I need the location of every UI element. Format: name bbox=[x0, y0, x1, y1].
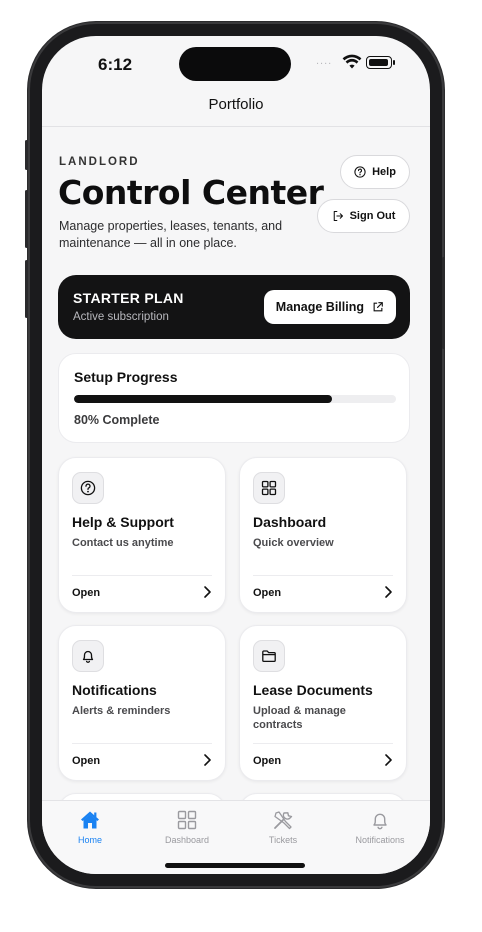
tile-notifications[interactable]: Notifications Alerts & reminders Open bbox=[58, 625, 226, 781]
nav-title: Portfolio bbox=[208, 96, 264, 113]
tile-open-label: Open bbox=[72, 587, 101, 599]
plan-card: STARTER PLAN Active subscription Manage … bbox=[58, 275, 410, 339]
tile-subtitle: Upload & manage contracts bbox=[253, 705, 346, 731]
manage-billing-button[interactable]: Manage Billing bbox=[263, 290, 396, 324]
page-subtitle: Manage properties, leases, tenants, and … bbox=[59, 219, 283, 250]
tab-label: Notifications bbox=[355, 835, 405, 845]
chevron-right-icon bbox=[385, 586, 392, 598]
tile-title: Help & Support bbox=[72, 514, 174, 530]
dynamic-island bbox=[179, 47, 291, 81]
divider bbox=[72, 575, 212, 576]
tools-icon bbox=[274, 811, 293, 830]
manage-billing-label: Manage Billing bbox=[275, 300, 364, 314]
grid-icon bbox=[253, 472, 285, 504]
tab-notifications[interactable]: Notifications bbox=[335, 809, 425, 845]
bell-icon bbox=[72, 640, 104, 672]
plan-name: STARTER PLAN bbox=[73, 290, 184, 306]
tile-title: Dashboard bbox=[253, 514, 327, 530]
help-circle-icon bbox=[72, 472, 104, 504]
sign-out-icon bbox=[333, 210, 343, 222]
plan-status: Active subscription bbox=[73, 311, 169, 323]
help-button-label: Help bbox=[372, 166, 396, 178]
folder-icon bbox=[253, 640, 285, 672]
volume-down-button bbox=[25, 260, 28, 318]
tab-home[interactable]: Home bbox=[45, 809, 135, 845]
chevron-right-icon bbox=[204, 754, 211, 766]
status-bar: 6:12 .... bbox=[42, 36, 430, 94]
volume-up-button bbox=[25, 190, 28, 248]
setup-progress-card: Setup Progress 80% Complete bbox=[58, 353, 410, 443]
chevron-right-icon bbox=[385, 754, 392, 766]
tile-open-label: Open bbox=[72, 755, 101, 767]
wifi-icon bbox=[342, 54, 362, 69]
app-screen: 6:12 .... Portfolio LANDLORD Control Cen… bbox=[42, 36, 430, 874]
nav-divider bbox=[42, 126, 430, 127]
sign-out-button-label: Sign Out bbox=[349, 210, 396, 222]
external-link-icon bbox=[373, 302, 383, 312]
tile-dashboard[interactable]: Dashboard Quick overview Open bbox=[239, 457, 407, 613]
help-circle-icon bbox=[354, 166, 366, 178]
tab-label: Home bbox=[77, 835, 102, 845]
progress-track bbox=[74, 395, 396, 403]
grid-icon bbox=[177, 810, 197, 830]
progress-title: Setup Progress bbox=[74, 369, 178, 385]
tile-lease-documents[interactable]: Lease Documents Upload & manage contract… bbox=[239, 625, 407, 781]
tile-subtitle: Contact us anytime bbox=[72, 537, 174, 549]
help-button[interactable]: Help bbox=[340, 155, 410, 189]
power-button bbox=[442, 257, 445, 349]
sign-out-button[interactable]: Sign Out bbox=[317, 199, 410, 233]
home-indicator[interactable] bbox=[165, 863, 305, 868]
tile-title: Lease Documents bbox=[253, 682, 373, 698]
tile-open-label: Open bbox=[253, 755, 282, 767]
signal-icon: .... bbox=[316, 55, 333, 67]
divider bbox=[72, 743, 212, 744]
bell-icon bbox=[373, 813, 387, 830]
tab-label: Tickets bbox=[268, 835, 298, 845]
battery-icon bbox=[366, 56, 395, 69]
mute-switch bbox=[25, 140, 28, 170]
tile-help-support[interactable]: Help & Support Contact us anytime Open bbox=[58, 457, 226, 613]
tile-subtitle: Alerts & reminders bbox=[72, 705, 171, 717]
page-title: Control Center bbox=[58, 173, 324, 212]
tab-tickets[interactable]: Tickets bbox=[238, 809, 328, 845]
eyebrow-label: LANDLORD bbox=[59, 156, 140, 168]
chevron-right-icon bbox=[204, 586, 211, 598]
divider bbox=[253, 743, 393, 744]
tile-subtitle: Quick overview bbox=[253, 537, 334, 549]
status-time: 6:12 bbox=[98, 55, 133, 74]
progress-bar bbox=[74, 395, 332, 403]
tile-title: Notifications bbox=[72, 682, 157, 698]
progress-label: 80% Complete bbox=[74, 413, 160, 427]
tile-open-label: Open bbox=[253, 587, 282, 599]
tab-label: Dashboard bbox=[164, 835, 210, 845]
tab-dashboard[interactable]: Dashboard bbox=[142, 809, 232, 845]
house-icon bbox=[81, 811, 99, 829]
divider bbox=[253, 575, 393, 576]
